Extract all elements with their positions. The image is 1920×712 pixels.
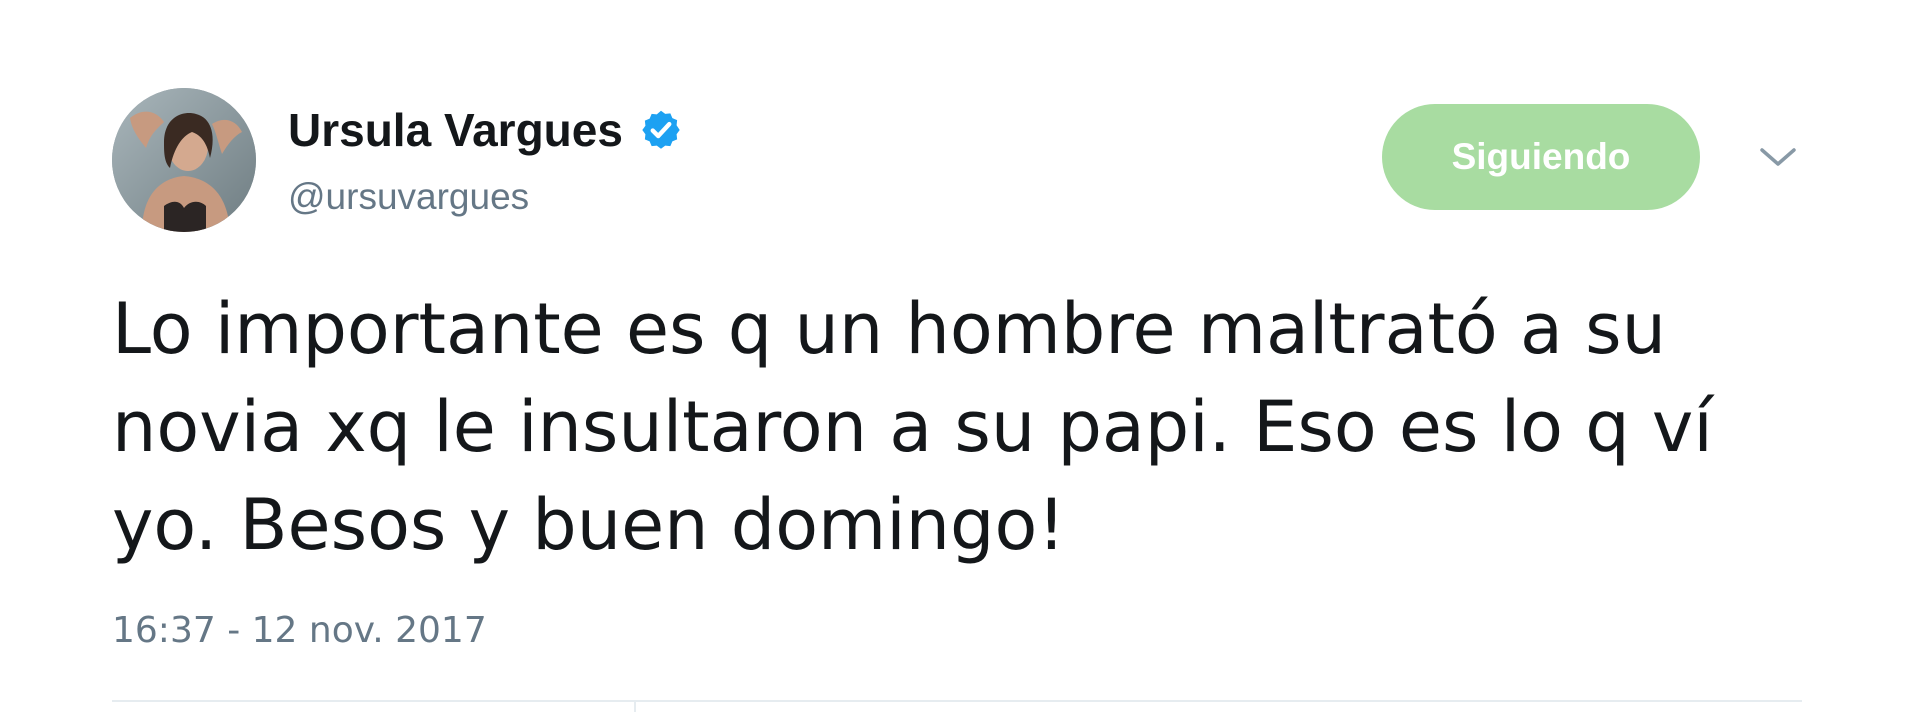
author-avatar[interactable] bbox=[112, 88, 256, 232]
author-handle[interactable]: @ursuvargues bbox=[288, 176, 529, 218]
following-button[interactable]: Siguiendo bbox=[1382, 104, 1700, 210]
divider-tick bbox=[634, 700, 636, 712]
tweet-timestamp[interactable]: 16:37 - 12 nov. 2017 bbox=[112, 610, 487, 651]
author-display-name[interactable]: Ursula Vargues bbox=[288, 103, 623, 157]
chevron-down-icon[interactable] bbox=[1756, 142, 1800, 172]
author-name-row: Ursula Vargues bbox=[288, 100, 683, 160]
avatar-photo bbox=[112, 88, 256, 232]
tweet-divider bbox=[112, 700, 1802, 702]
verified-badge-icon bbox=[639, 108, 683, 152]
tweet-card: Ursula Vargues @ursuvargues Siguiendo Lo… bbox=[0, 0, 1920, 712]
tweet-text: Lo importante es q un hombre maltrató a … bbox=[112, 288, 1713, 566]
